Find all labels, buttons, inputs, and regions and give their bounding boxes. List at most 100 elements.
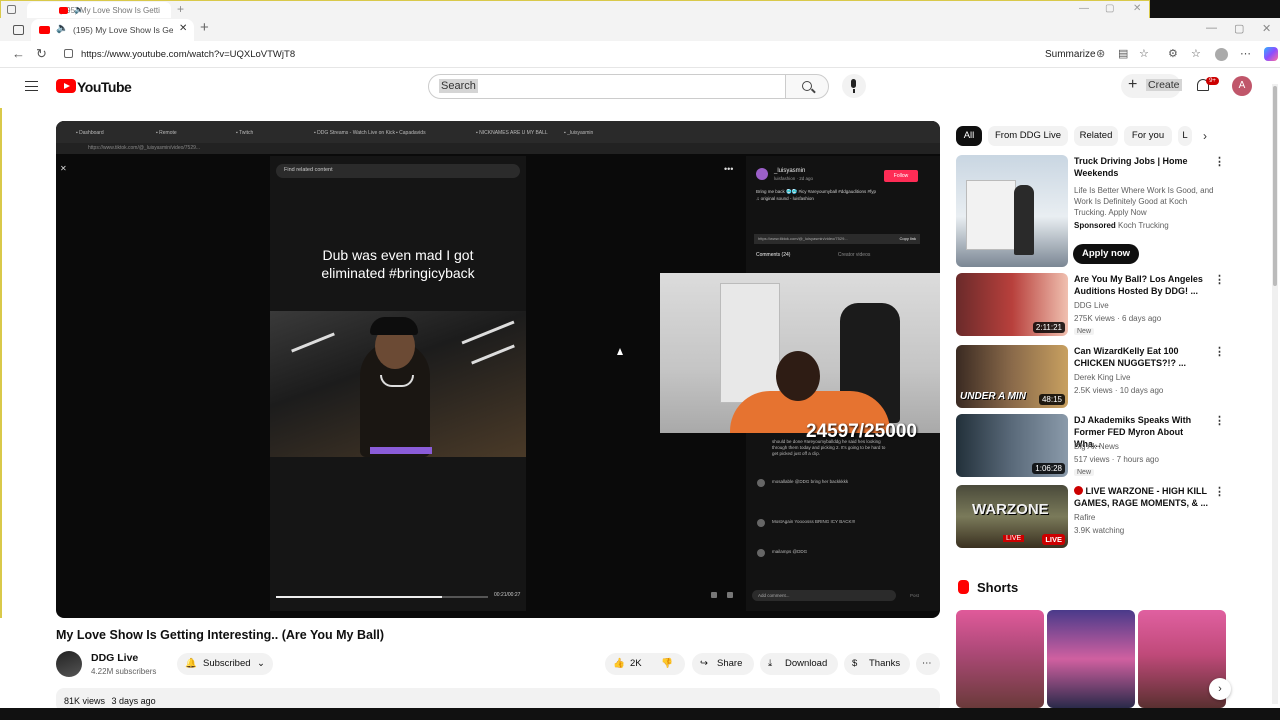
recommended-video[interactable]: 1:06:28 DJ Akademiks Speaks With Former … — [956, 414, 1226, 477]
close-tab-icon[interactable]: ✕ — [179, 23, 187, 34]
minimize-icon[interactable]: — — [1079, 3, 1089, 14]
reader-icon[interactable]: ▤ — [1118, 47, 1128, 60]
recommended-video[interactable]: WARZONE LIVE LIVE LIVE WARZONE - HIGH KI… — [956, 485, 1226, 548]
recommended-video[interactable]: UNDER A MIN 48:15 Can WizardKelly Eat 10… — [956, 345, 1226, 408]
account-avatar[interactable]: A — [1232, 76, 1252, 96]
channel-name[interactable]: DDG Live — [1074, 301, 1109, 310]
video-title[interactable]: Can WizardKelly Eat 100 CHICKEN NUGGETS?… — [1074, 345, 1210, 369]
video-title: My Love Show Is Getting Interesting.. (A… — [56, 628, 385, 642]
video-thumbnail[interactable]: WARZONE LIVE LIVE — [956, 485, 1068, 548]
ad-thumbnail[interactable] — [956, 155, 1068, 267]
maximize-icon[interactable]: ▢ — [1234, 22, 1244, 35]
notification-badge: 9+ — [1206, 77, 1219, 85]
new-tab-icon[interactable]: + — [177, 2, 184, 16]
tiktok-progress-bar — [276, 596, 488, 598]
search-button[interactable] — [785, 74, 829, 99]
outer-tab[interactable]: 🔈 (195) My Love Show Is Getti ✕ — [27, 2, 171, 18]
channel-name[interactable]: Derek King Live — [1074, 373, 1130, 382]
video-meta: 275K views · 6 days ago — [1074, 314, 1162, 323]
hamburger-menu-icon[interactable] — [25, 81, 38, 91]
download-button[interactable]: ⤓ Download — [760, 653, 838, 675]
search-input[interactable]: Search — [428, 74, 786, 99]
microphone-icon[interactable] — [842, 74, 866, 98]
scrollbar-thumb[interactable] — [1273, 86, 1277, 286]
channel-name[interactable]: Rafire — [1074, 513, 1095, 522]
streamer-webcam — [660, 273, 940, 433]
more-icon[interactable]: ⋮ — [1214, 345, 1225, 358]
like-icon[interactable]: 👍 — [613, 658, 625, 669]
like-count[interactable]: 2K — [630, 658, 642, 669]
dislike-icon[interactable]: 👎 — [661, 658, 673, 669]
more-icon[interactable]: ⋯ — [1240, 47, 1251, 60]
maximize-icon[interactable]: ▢ — [1105, 3, 1114, 14]
youtube-logo-icon[interactable] — [56, 79, 76, 93]
browser-tab-title: (195) My Love Show Is Getti — [73, 25, 173, 35]
site-info-icon[interactable] — [64, 49, 73, 58]
more-icon[interactable]: ⋮ — [1214, 485, 1225, 498]
channel-name[interactable]: Big Ak News — [1074, 442, 1119, 451]
close-window-icon[interactable]: ✕ — [1262, 22, 1271, 35]
ad-title[interactable]: Truck Driving Jobs | Home Weekends — [1074, 155, 1210, 179]
browser-tab[interactable]: 🔈 (195) My Love Show Is Getti ✕ — [31, 19, 194, 41]
address-bar: ← ↻ https://www.youtube.com/watch?v=UQXL… — [0, 41, 1280, 68]
embedded-tab: ▪ Dashboard — [76, 130, 104, 136]
chevron-right-icon[interactable]: › — [1203, 129, 1207, 143]
creator-videos-tab: Creator videos — [837, 252, 871, 258]
duration-badge: 48:15 — [1038, 394, 1065, 405]
share-button[interactable]: ↪ Share — [692, 653, 754, 675]
speaker-icon[interactable]: 🔈 — [56, 23, 68, 34]
apply-now-button[interactable]: Apply now — [1073, 244, 1139, 264]
create-button[interactable]: + Create — [1121, 74, 1182, 98]
copilot-icon[interactable] — [1264, 47, 1278, 61]
subscribed-button[interactable]: 🔔 Subscribed ⌄ — [177, 653, 273, 675]
extensions-icon[interactable]: ⚙ — [1168, 47, 1178, 60]
channel-avatar[interactable] — [56, 651, 82, 677]
summarize-button[interactable]: Summarize — [1045, 49, 1096, 60]
favorites-icon[interactable]: ☆ — [1191, 47, 1201, 60]
video-handle-tag — [370, 447, 432, 454]
chip-for-you[interactable]: For you — [1124, 126, 1172, 146]
chip-all[interactable]: All — [956, 126, 982, 146]
tab-actions-icon[interactable] — [13, 25, 24, 35]
thanks-label: Thanks — [869, 658, 901, 669]
back-arrow-icon[interactable]: ← — [12, 46, 25, 61]
short-thumbnail[interactable] — [1047, 610, 1135, 708]
shorts-next-icon[interactable]: › — [1209, 678, 1231, 700]
recommended-video[interactable]: 2:11:21 Are You My Ball? Los Angeles Aud… — [956, 273, 1226, 336]
chip-more[interactable]: L — [1178, 126, 1192, 146]
video-player[interactable]: ▪ Dashboard ▪ Remote ▪ Twitch ▪ DDG Stre… — [56, 121, 940, 618]
new-tab-icon[interactable]: + — [200, 19, 209, 36]
more-icon[interactable]: ⋮ — [1214, 155, 1225, 168]
profile-avatar[interactable] — [1215, 48, 1228, 61]
more-icon[interactable]: ⋮ — [1214, 414, 1225, 427]
translate-icon[interactable]: ⊛ — [1096, 47, 1105, 60]
channel-name[interactable]: DDG Live — [91, 652, 138, 664]
more-actions-button[interactable]: ⋯ — [916, 653, 940, 675]
thumbnail-text: WARZONE — [972, 501, 1049, 518]
tab-actions-icon[interactable] — [7, 5, 16, 14]
chip-from-ddg-live[interactable]: From DDG Live — [988, 126, 1068, 146]
youtube-logo-text[interactable]: YouTube — [77, 79, 132, 95]
favorite-star-icon[interactable]: ☆ — [1139, 47, 1149, 60]
comments-tab: Comments (24) — [756, 252, 791, 258]
tiktok-more-icon: ••• — [724, 164, 734, 174]
close-window-icon[interactable]: ✕ — [1133, 3, 1141, 14]
speaker-icon[interactable]: 🔈 — [74, 5, 84, 14]
video-thumbnail[interactable]: 2:11:21 — [956, 273, 1068, 336]
video-thumbnail[interactable]: 1:06:28 — [956, 414, 1068, 477]
search-icon — [802, 81, 812, 91]
video-title[interactable]: LIVE WARZONE - HIGH KILL GAMES, RAGE MOM… — [1074, 485, 1210, 509]
video-thumbnail[interactable]: UNDER A MIN 48:15 — [956, 345, 1068, 408]
chip-related[interactable]: Related — [1074, 126, 1118, 146]
video-title[interactable]: Are You My Ball? Los Angeles Auditions H… — [1074, 273, 1210, 297]
short-thumbnail[interactable] — [956, 610, 1044, 708]
taskbar-edge — [0, 708, 1280, 720]
caption-line: Dub was even mad I got — [322, 247, 474, 263]
reload-icon[interactable]: ↻ — [36, 46, 47, 62]
tiktok-progress-fill — [276, 596, 442, 598]
more-icon[interactable]: ⋮ — [1214, 273, 1225, 286]
thanks-button[interactable]: $ Thanks — [844, 653, 910, 675]
url-field[interactable]: https://www.youtube.com/watch?v=UQXLoVTW… — [81, 49, 295, 60]
live-dot-icon — [1074, 486, 1083, 495]
minimize-icon[interactable]: — — [1206, 22, 1217, 34]
